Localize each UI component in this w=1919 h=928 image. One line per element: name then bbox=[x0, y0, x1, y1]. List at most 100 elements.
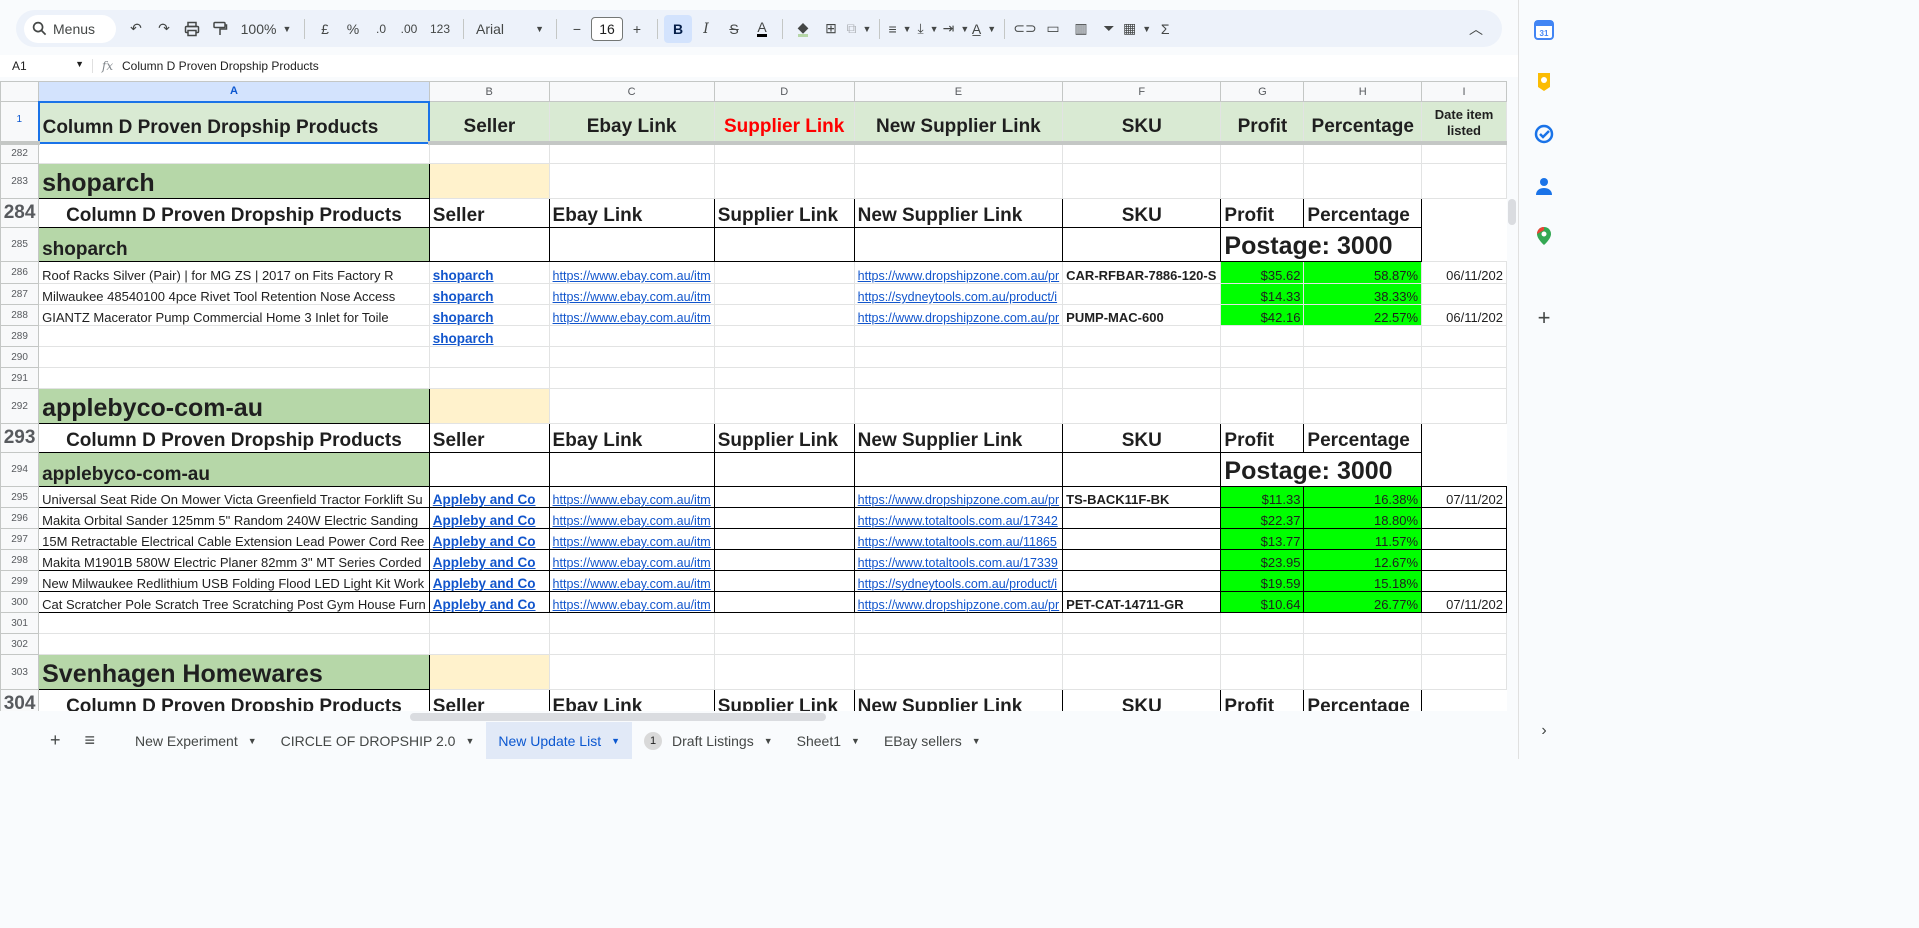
header-cell[interactable]: New Supplier Link bbox=[853, 423, 1064, 453]
header-cell[interactable]: New Supplier Link bbox=[853, 101, 1064, 145]
header-cell[interactable]: Ebay Link bbox=[548, 198, 715, 228]
header-cell[interactable]: SKU bbox=[1062, 423, 1222, 453]
cell[interactable] bbox=[428, 163, 550, 199]
vertical-align-button[interactable]: ⤓ ▼ bbox=[914, 15, 942, 43]
date-cell[interactable]: 07/11/202 bbox=[1421, 486, 1507, 508]
collapse-toolbar-button[interactable]: ︿ bbox=[1462, 15, 1490, 43]
date-cell[interactable]: 06/11/202 bbox=[1421, 304, 1507, 326]
row-header[interactable]: 301 bbox=[0, 612, 40, 634]
header-cell[interactable]: Seller bbox=[428, 198, 550, 228]
tab-circle-of-dropship[interactable]: CIRCLE OF DROPSHIP 2.0 ▼ bbox=[269, 722, 487, 759]
postage-label[interactable]: Postage: 3000 bbox=[1220, 452, 1423, 487]
row-header[interactable]: 304 bbox=[0, 689, 40, 711]
row-header[interactable]: 291 bbox=[0, 367, 40, 389]
column-header-d[interactable]: D bbox=[713, 81, 855, 102]
profit-cell[interactable]: $13.77 bbox=[1220, 528, 1305, 550]
header-cell[interactable]: Percentage bbox=[1303, 423, 1423, 453]
new-supplier-link[interactable]: https://www.totaltools.com.au/17339 bbox=[853, 549, 1064, 571]
header-cell[interactable]: Seller bbox=[428, 101, 550, 145]
column-header-f[interactable]: F bbox=[1062, 81, 1222, 102]
bold-button[interactable]: B bbox=[664, 14, 692, 43]
header-cell[interactable]: Supplier Link bbox=[713, 689, 855, 711]
row-header[interactable]: 282 bbox=[0, 142, 40, 164]
column-header-c[interactable]: C bbox=[548, 81, 715, 102]
undo-button[interactable]: ↶ bbox=[122, 15, 150, 43]
insert-chart-button[interactable]: ▥ bbox=[1067, 15, 1095, 43]
maps-icon[interactable] bbox=[1534, 226, 1554, 246]
row-header[interactable]: 299 bbox=[0, 570, 40, 592]
product-cell[interactable]: Cat Scratcher Pole Scratch Tree Scratchi… bbox=[38, 591, 430, 613]
product-cell[interactable]: Milwaukee 48540100 4pce Rivet Tool Reten… bbox=[38, 283, 430, 305]
postage-label[interactable]: Postage: 3000 bbox=[1220, 227, 1423, 262]
row-header[interactable]: 289 bbox=[0, 325, 40, 347]
ebay-link[interactable]: https://www.ebay.com.au/itm bbox=[548, 591, 715, 613]
tab-ebay-sellers[interactable]: EBay sellers ▼ bbox=[872, 722, 993, 759]
row-header[interactable]: 293 bbox=[0, 423, 40, 453]
all-sheets-button[interactable]: ≡ bbox=[73, 722, 108, 759]
new-supplier-link[interactable]: https://www.totaltools.com.au/11865 bbox=[853, 528, 1064, 550]
functions-button[interactable]: Σ bbox=[1151, 15, 1179, 43]
header-cell[interactable]: Ebay Link bbox=[548, 101, 715, 145]
sku-cell[interactable] bbox=[1062, 528, 1222, 550]
section-subtitle[interactable]: shoparch bbox=[38, 227, 430, 262]
ebay-link[interactable]: https://www.ebay.com.au/itm bbox=[548, 304, 715, 326]
add-sheet-button[interactable]: + bbox=[0, 722, 73, 759]
row-header[interactable]: 302 bbox=[0, 633, 40, 655]
new-supplier-link[interactable]: https://sydneytools.com.au/product/i bbox=[853, 570, 1064, 592]
header-cell[interactable]: Profit bbox=[1220, 423, 1305, 453]
supplier-cell[interactable] bbox=[713, 591, 855, 613]
row-header[interactable]: 1 bbox=[0, 101, 40, 145]
ebay-link[interactable]: https://www.ebay.com.au/itm bbox=[548, 549, 715, 571]
tab-draft-listings[interactable]: 1 Draft Listings ▼ bbox=[632, 722, 785, 759]
header-cell[interactable]: SKU bbox=[1062, 689, 1222, 711]
row-header[interactable]: 290 bbox=[0, 346, 40, 368]
font-select[interactable]: Arial ▼ bbox=[470, 15, 550, 43]
product-cell[interactable]: Universal Seat Ride On Mower Victa Green… bbox=[38, 486, 430, 508]
tab-new-experiment[interactable]: New Experiment ▼ bbox=[123, 722, 269, 759]
row-header[interactable]: 298 bbox=[0, 549, 40, 571]
profit-cell[interactable]: $35.62 bbox=[1220, 261, 1305, 284]
sku-cell[interactable]: TS-BACK11F-BK bbox=[1062, 486, 1222, 508]
horizontal-scrollbar[interactable] bbox=[410, 713, 826, 721]
supplier-cell[interactable] bbox=[713, 549, 855, 571]
percent-format-button[interactable]: % bbox=[339, 15, 367, 43]
section-title[interactable]: Svenhagen Homewares bbox=[38, 654, 430, 690]
row-header[interactable]: 287 bbox=[0, 283, 40, 305]
new-supplier-link[interactable]: https://www.dropshipzone.com.au/pr bbox=[853, 261, 1064, 284]
header-cell[interactable]: Seller bbox=[428, 423, 550, 453]
seller-link[interactable]: Appleby and Co bbox=[428, 549, 550, 571]
column-header-a[interactable]: A bbox=[38, 81, 430, 102]
row-header[interactable]: 303 bbox=[0, 654, 40, 690]
print-button[interactable] bbox=[178, 15, 206, 43]
header-cell[interactable]: Percentage bbox=[1303, 101, 1423, 145]
filter-button[interactable]: ⏷ bbox=[1095, 15, 1123, 43]
seller-link[interactable]: Appleby and Co bbox=[428, 591, 550, 613]
product-cell[interactable]: New Milwaukee Redlithium USB Folding Flo… bbox=[38, 570, 430, 592]
percentage-cell[interactable]: 58.87% bbox=[1303, 261, 1423, 284]
vertical-scrollbar[interactable] bbox=[1508, 199, 1516, 225]
tab-new-update-list[interactable]: New Update List ▼ bbox=[486, 722, 633, 759]
percentage-cell[interactable]: 18.80% bbox=[1303, 507, 1423, 529]
product-cell[interactable]: 15M Retractable Electrical Cable Extensi… bbox=[38, 528, 430, 550]
ebay-link[interactable]: https://www.ebay.com.au/itm bbox=[548, 261, 715, 284]
seller-link[interactable]: shoparch bbox=[428, 283, 550, 305]
seller-link[interactable]: Appleby and Co bbox=[428, 507, 550, 529]
new-supplier-link[interactable]: https://sydneytools.com.au/product/i bbox=[853, 283, 1064, 305]
paint-format-button[interactable] bbox=[206, 15, 234, 43]
seller-link[interactable]: Appleby and Co bbox=[428, 486, 550, 508]
section-title[interactable]: shoparch bbox=[38, 163, 430, 199]
number-format-button[interactable]: 123 bbox=[423, 15, 457, 43]
italic-button[interactable]: I bbox=[692, 15, 720, 43]
profit-cell[interactable]: $10.64 bbox=[1220, 591, 1305, 613]
profit-cell[interactable]: $22.37 bbox=[1220, 507, 1305, 529]
supplier-cell[interactable] bbox=[713, 570, 855, 592]
percentage-cell[interactable]: 38.33% bbox=[1303, 283, 1423, 305]
header-cell[interactable]: Ebay Link bbox=[548, 423, 715, 453]
increase-decimals-button[interactable]: .00 bbox=[395, 15, 423, 43]
row-header[interactable]: 295 bbox=[0, 486, 40, 508]
percentage-cell[interactable]: 16.38% bbox=[1303, 486, 1423, 508]
section-subtitle[interactable]: applebyco-com-au bbox=[38, 452, 430, 487]
spreadsheet-grid[interactable]: A B C D E F G H I 1 Column D Proven Drop… bbox=[0, 81, 1507, 711]
header-cell[interactable]: New Supplier Link bbox=[853, 689, 1064, 711]
row-header[interactable]: 288 bbox=[0, 304, 40, 326]
